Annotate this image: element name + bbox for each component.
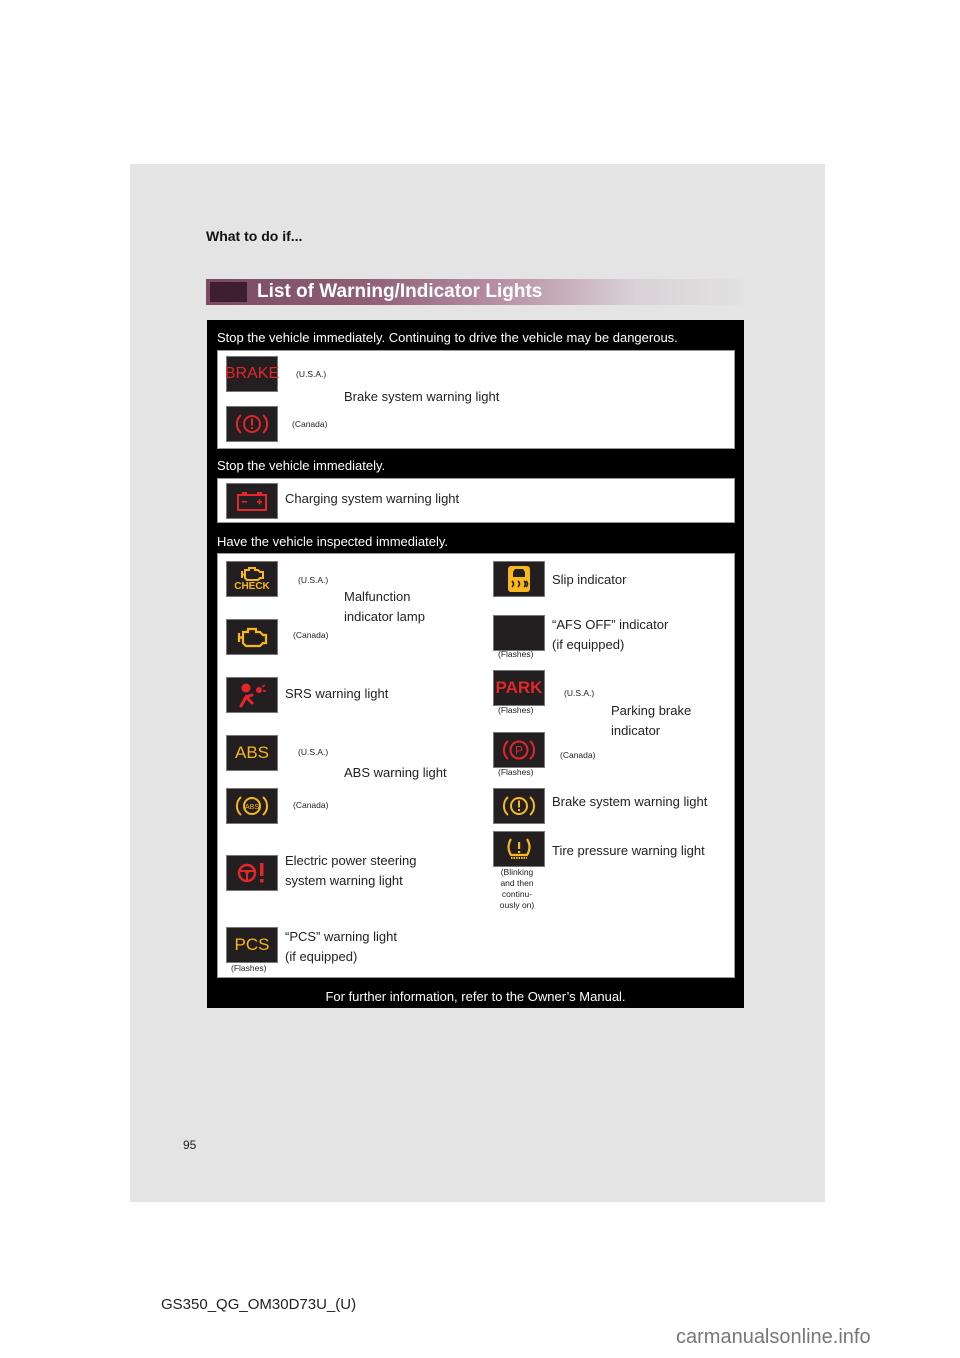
steering-warning-icon [226, 855, 278, 891]
pcs-icon-text: PCS [234, 935, 270, 954]
region-note: (U.S.A.) [298, 575, 329, 585]
watermark-link[interactable]: carmanualsonline.info [676, 1326, 871, 1349]
page-title: List of Warning/Indicator Lights [257, 281, 543, 302]
label-line: “PCS” warning light [285, 929, 397, 944]
document-code: GS350_QG_OM30D73U_(U) [161, 1296, 357, 1313]
section-label: What to do if... [206, 228, 303, 244]
flashes-note: (Flashes) [498, 767, 534, 777]
item-label: Parking brake indicator [611, 701, 691, 741]
note-line: ously on) [499, 900, 535, 910]
page-number: 95 [183, 1138, 197, 1152]
pcs-icon: PCS [226, 927, 278, 963]
item-label: SRS warning light [285, 686, 389, 701]
abs-text-icon: ABS [226, 735, 278, 771]
label-line: Parking brake [611, 703, 692, 718]
tire-pressure-icon [493, 831, 545, 867]
engine-check-icon: CHECK [226, 561, 278, 597]
item-label: Malfunction indicator lamp [344, 587, 425, 627]
item-label: Charging system warning light [285, 491, 460, 506]
group-box-stop-dangerous: BRAKE (U.S.A.) (Canada) Brake system war… [217, 350, 735, 449]
check-icon-text: CHECK [234, 581, 270, 592]
note-line: continu- [501, 889, 533, 899]
brake-icon-text: BRAKE [224, 365, 280, 382]
item-label: Brake system warning light [344, 389, 500, 404]
flashes-note: (Flashes) [498, 705, 534, 715]
afs-off-icon [493, 615, 545, 651]
warning-lights-panel: Stop the vehicle immediately. Continuing… [207, 320, 744, 1008]
park-circle-text: P [515, 744, 523, 758]
group-heading: Stop the vehicle immediately. Continuing… [217, 330, 678, 345]
item-label: Electric power steering system warning l… [285, 851, 417, 891]
region-note: (Canada) [293, 630, 329, 640]
group-box-inspect: CHECK (U.S.A.) (Canada) Malfunction indi… [217, 553, 735, 978]
item-label: “AFS OFF” indicator (if equipped) [552, 615, 668, 655]
abs-icon-text: ABS [234, 743, 270, 762]
blinking-note: (Blinking and then continu- ously on) [496, 867, 538, 911]
group-heading: Have the vehicle inspected immediately. [217, 534, 448, 549]
label-line: indicator lamp [344, 609, 425, 624]
note-line: and then [500, 878, 534, 888]
group-box-stop: Charging system warning light [217, 478, 735, 523]
park-text-icon: PARK [493, 670, 545, 706]
engine-icon [226, 619, 278, 655]
region-note: (U.S.A.) [298, 747, 329, 757]
region-note: (Canada) [560, 750, 596, 760]
label-line: “AFS OFF” indicator [552, 617, 669, 632]
brake-circle-icon [226, 406, 278, 442]
group-heading: Stop the vehicle immediately. [217, 458, 386, 473]
flashes-note: (Flashes) [231, 963, 267, 973]
flashes-note: (Flashes) [498, 649, 534, 659]
item-label: Slip indicator [552, 572, 627, 587]
brake-text-icon: BRAKE [224, 356, 280, 392]
title-swatch [210, 282, 247, 302]
label-line: Malfunction [344, 589, 411, 604]
abs-circle-text: ABS [245, 804, 259, 811]
label-line: Electric power steering [285, 853, 417, 868]
label-line: (if equipped) [552, 637, 625, 652]
park-circle-icon: P [493, 732, 545, 768]
region-note: (Canada) [293, 800, 329, 810]
item-label: Brake system warning light [552, 794, 708, 809]
battery-icon [226, 483, 278, 519]
airbag-icon [226, 677, 278, 713]
item-label: ABS warning light [344, 765, 447, 780]
label-line: (if equipped) [285, 949, 358, 964]
footer-note: For further information, refer to the Ow… [325, 989, 626, 1004]
label-line: indicator [611, 723, 661, 738]
region-note: (U.S.A.) [564, 688, 595, 698]
title-bar: List of Warning/Indicator Lights [206, 279, 744, 305]
park-icon-text: PARK [495, 678, 543, 697]
region-note: (Canada) [292, 419, 328, 429]
item-label: “PCS” warning light (if equipped) [285, 927, 397, 967]
region-note: (U.S.A.) [296, 369, 327, 379]
slip-icon [493, 561, 545, 597]
brake-circle-icon [493, 788, 545, 824]
note-line: (Blinking [500, 867, 534, 877]
label-line: system warning light [285, 873, 403, 888]
abs-circle-icon: ABS [226, 788, 278, 824]
item-label: Tire pressure warning light [552, 843, 705, 858]
